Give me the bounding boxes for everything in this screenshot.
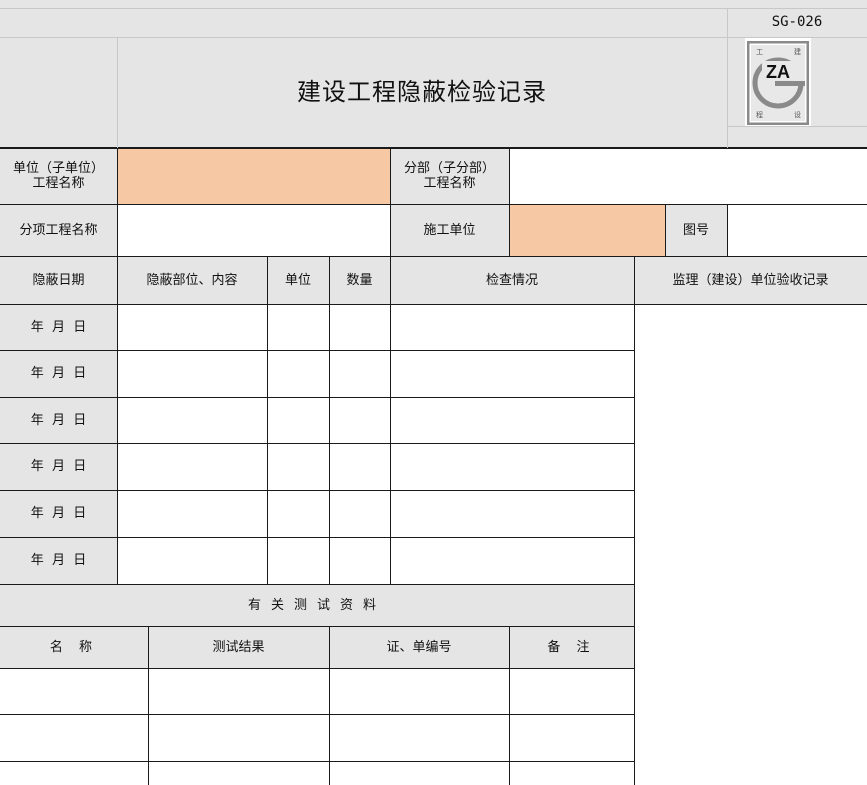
header-hidden-part: 隐蔽部位、内容: [146, 272, 238, 288]
table-row-date[interactable]: 年 月 日: [0, 537, 117, 584]
drawing-no-label: 图号: [682, 222, 709, 238]
item-project-field[interactable]: [117, 204, 390, 256]
form-title: 建设工程隐蔽检验记录: [297, 78, 547, 106]
table-row-date[interactable]: 年 月 日: [0, 490, 117, 537]
header-hidden-date: 隐蔽日期: [32, 272, 85, 288]
supervision-record-area[interactable]: [635, 305, 867, 785]
header-test-name: 名 称: [49, 639, 99, 655]
header-unit: 单位: [284, 272, 311, 288]
table-row-date[interactable]: 年 月 日: [0, 443, 117, 490]
form-sheet: SG-026 建设工程隐蔽检验记录 ZA 工 建 程 设 单位（子单位） 工程名…: [0, 0, 867, 785]
item-project-label: 分项工程名称: [19, 222, 98, 238]
header-remarks: 备 注: [547, 639, 596, 655]
unit-project-field[interactable]: [117, 148, 390, 204]
sub-project-field[interactable]: [509, 148, 867, 204]
constructor-field[interactable]: [509, 204, 665, 256]
constructor-label: 施工单位: [423, 222, 476, 238]
drawing-no-field[interactable]: [727, 204, 867, 256]
sub-project-label: 分部（子分部） 工程名称: [403, 161, 495, 191]
header-certificate-no: 证、单编号: [386, 639, 452, 655]
svg-text:工: 工: [756, 48, 763, 56]
header-supervision: 监理（建设）单位验收记录: [672, 272, 829, 288]
test-section-title: 有关测试资料: [247, 597, 386, 613]
svg-text:程: 程: [756, 110, 763, 119]
table-row-date[interactable]: 年 月 日: [0, 304, 117, 350]
header-inspection: 检查情况: [485, 272, 538, 288]
table-row-date[interactable]: 年 月 日: [0, 350, 117, 397]
form-code: SG-026: [771, 14, 823, 30]
svg-text:建: 建: [794, 47, 801, 56]
unit-project-label: 单位（子单位） 工程名称: [12, 161, 104, 191]
header-test-result: 测试结果: [212, 639, 265, 655]
table-row-date[interactable]: 年 月 日: [0, 397, 117, 443]
svg-text:设: 设: [794, 110, 801, 119]
za-logo: ZA 工 建 程 设: [747, 41, 809, 125]
logo-mark: ZA: [766, 62, 790, 82]
header-quantity: 数量: [346, 272, 373, 288]
